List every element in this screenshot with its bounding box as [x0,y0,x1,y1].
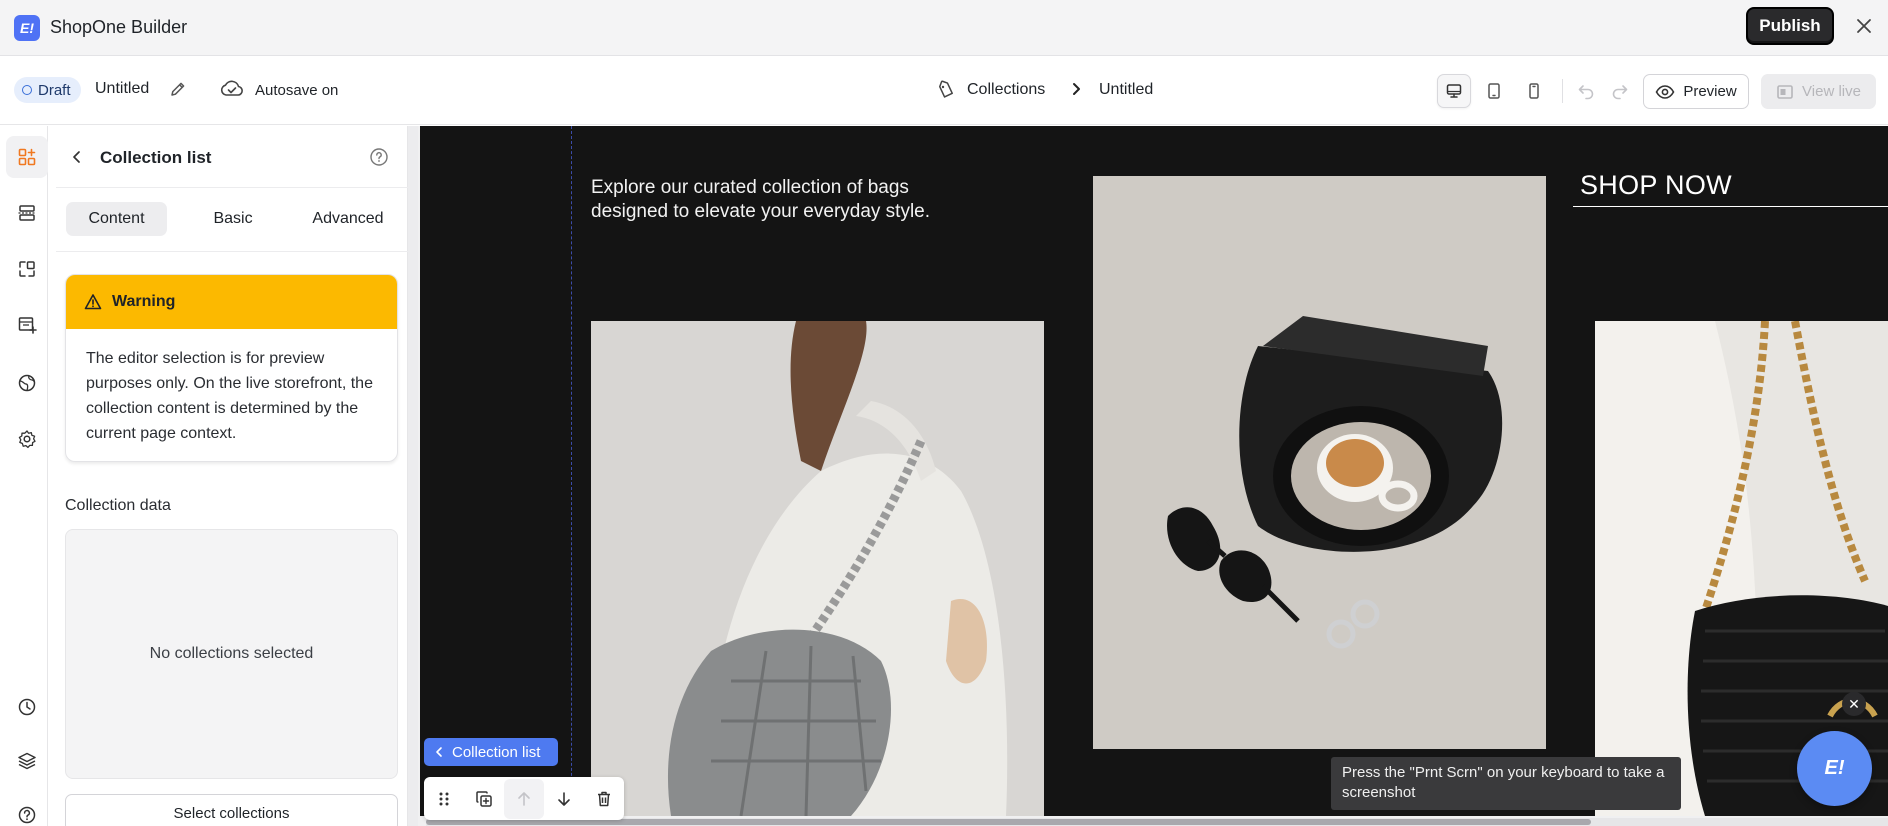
settings-icon [18,430,36,449]
drag-handle-icon [439,792,449,805]
sections-button[interactable] [6,192,48,234]
cloud-icon [219,79,245,99]
add-elements-icon [18,148,36,166]
preview-label: Preview [1683,83,1737,100]
panel-scrollbar[interactable] [408,126,418,826]
globe-button[interactable] [6,362,48,404]
status-badge: Draft [14,77,81,103]
app-title: ShopOne Builder [50,17,188,37]
fab-close-button[interactable]: ✕ [1842,692,1866,716]
duplicate-icon [476,790,492,807]
delete-button[interactable] [584,779,624,819]
close-icon[interactable] [1852,14,1876,38]
tab-content[interactable]: Content [66,202,167,236]
duplicate-button[interactable] [464,779,504,819]
tab-advanced[interactable]: Advanced [296,202,400,236]
breadcrumb-current: Untitled [1099,81,1154,98]
sections-icon [18,205,36,221]
publish-button[interactable]: Publish [1746,7,1834,45]
desktop-view-button[interactable] [1437,74,1471,108]
redo-icon[interactable] [1610,81,1630,101]
tablet-view-button[interactable] [1477,74,1511,108]
view-live-button[interactable]: View live [1761,74,1876,109]
autosave-label: Autosave on [255,82,339,99]
help-circle-icon[interactable] [369,147,389,167]
help-icon [18,806,36,824]
assistant-fab[interactable]: E! [1797,731,1872,806]
chevron-left-icon [436,747,442,757]
add-elements-button[interactable] [6,136,48,178]
move-down-button[interactable] [544,779,584,819]
breadcrumb-collections[interactable]: Collections [967,81,1045,99]
history-button[interactable] [6,686,48,728]
preview-button[interactable]: Preview [1643,74,1749,109]
page-add-icon [18,317,37,334]
collection-image-1[interactable] [591,321,1044,816]
tablet-icon [1488,83,1500,99]
collection-intro-text[interactable]: Explore our curated collection of bags d… [591,176,971,224]
pencil-icon[interactable] [168,79,188,99]
help-button[interactable] [6,794,48,826]
trash-icon [598,791,610,806]
panel-tabs: Content Basic Advanced [56,188,408,252]
undo-icon[interactable] [1576,81,1596,101]
tag-icon [936,80,956,100]
history-icon [18,698,36,716]
editor-toolbar: Draft Untitled Autosave on Collections U… [0,57,1888,125]
settings-panel: Collection list Content Basic Advanced W… [56,126,408,826]
shop-now-link[interactable]: SHOP NOW [1580,170,1732,201]
warning-body: The editor selection is for preview purp… [86,350,373,442]
page-name[interactable]: Untitled [95,80,149,98]
editor-canvas[interactable]: Explore our curated collection of bags d… [418,126,1888,826]
draft-dot-icon [22,85,32,95]
eye-icon [1655,84,1675,99]
selected-element-label: Collection list [452,743,541,761]
components-button[interactable] [6,248,48,290]
view-live-label: View live [1802,83,1861,100]
desktop-icon [1446,84,1462,98]
layers-icon [18,752,36,770]
chevron-left-icon[interactable] [68,148,86,166]
collection-image-2[interactable] [1093,176,1546,749]
storefront-icon [1777,84,1793,99]
left-rail [0,126,48,826]
screenshot-tooltip: Press the "Prnt Scrn" on your keyboard t… [1331,757,1681,810]
globe-icon [18,374,36,392]
chevron-right-icon [1067,80,1085,98]
collection-data-label: Collection data [65,497,171,514]
tab-basic[interactable]: Basic [186,202,280,236]
mobile-view-button[interactable] [1517,74,1551,108]
move-up-button[interactable] [504,778,544,819]
shop-now-underline [1573,206,1888,207]
layers-button[interactable] [6,740,48,782]
warning-callout: Warning The editor selection is for prev… [65,274,398,462]
warning-header: Warning [66,275,397,329]
settings-button[interactable] [6,418,48,460]
app-logo: E! [14,15,40,41]
page-add-button[interactable] [6,304,48,346]
warning-icon [84,294,102,310]
arrow-up-icon [518,791,530,806]
panel-title: Collection list [100,148,212,167]
canvas-horizontal-scrollbar[interactable] [426,818,1888,826]
collections-empty-state: No collections selected [65,529,398,779]
arrow-down-icon [558,791,570,806]
panel-header: Collection list [56,126,408,188]
element-toolbar [424,777,624,820]
section-guide-line [571,126,572,816]
title-bar: E! ShopOne Builder Publish [0,0,1888,56]
select-collections-button[interactable]: Select collections [65,794,398,826]
selected-element-tag[interactable]: Collection list [424,738,558,766]
toolbar-divider [1562,79,1563,103]
status-label: Draft [38,81,71,99]
warning-title: Warning [112,293,176,310]
drag-handle-button[interactable] [424,779,464,819]
collection-list-section[interactable]: Explore our curated collection of bags d… [420,126,1888,816]
components-icon [19,261,35,277]
mobile-icon [1529,83,1539,99]
